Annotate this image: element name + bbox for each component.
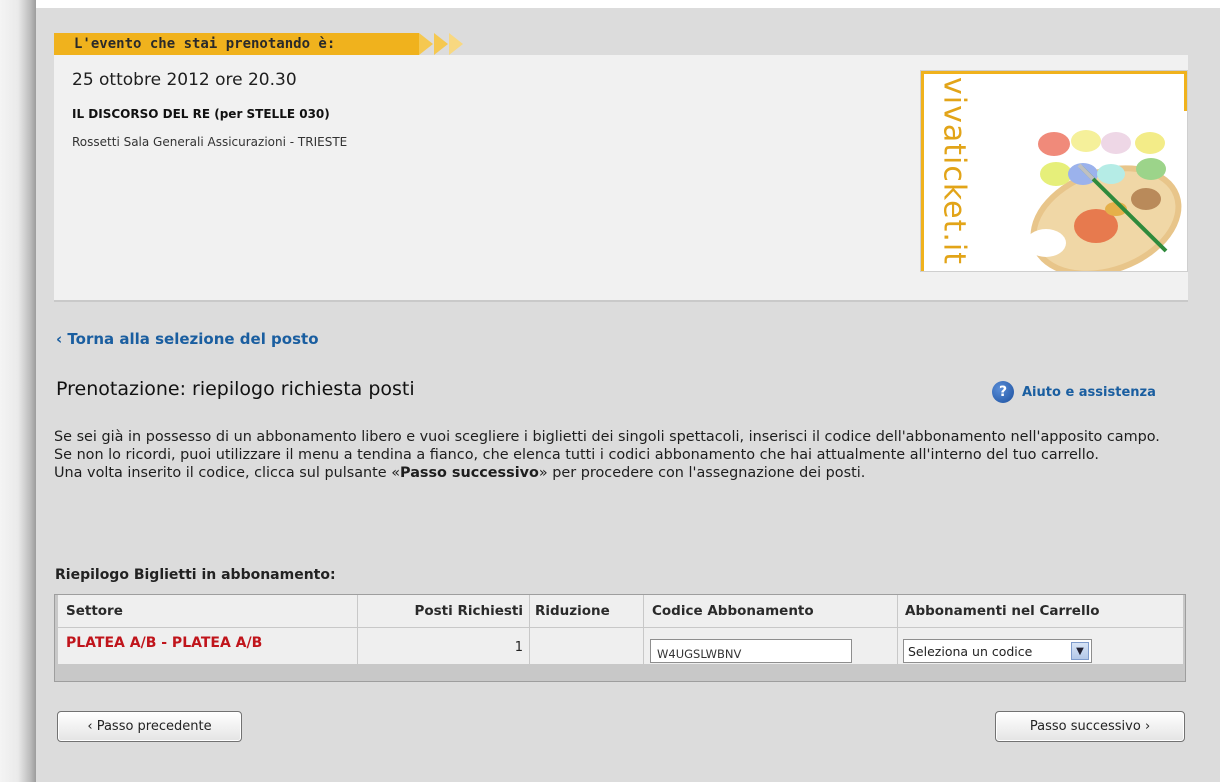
column-header-seats: Posti Richiesti: [358, 595, 530, 628]
page-title: Prenotazione: riepilogo richiesta posti: [56, 378, 415, 400]
column-header-code: Codice Abbonamento: [644, 595, 898, 628]
event-banner-label: L'evento che stai prenotando è:: [54, 33, 419, 55]
instructions-line: Se non lo ricordi, puoi utilizzare il me…: [54, 447, 1099, 463]
cart-code-select-value: Seleziona un codice: [908, 643, 1033, 659]
sector-name: PLATEA A/B - PLATEA A/B: [66, 635, 263, 651]
instructions-line: Una volta inserito il codice, clicca sul…: [54, 465, 866, 481]
event-title: IL DISCORSO DEL RE (per STELLE 030): [72, 107, 330, 121]
table-row-seats: 1: [358, 628, 530, 664]
summary-section-title: Riepilogo Biglietti in abbonamento:: [55, 567, 336, 583]
table-row-cart: Seleziona un codice ▼: [898, 628, 1183, 664]
help-link[interactable]: ? Aiuto e assistenza: [992, 381, 1156, 403]
next-step-button[interactable]: Passo successivo ›: [995, 711, 1185, 742]
previous-step-button[interactable]: ‹ Passo precedente: [57, 711, 242, 742]
subscription-summary-table: Settore Posti Richiesti Riduzione Codice…: [54, 594, 1186, 682]
left-rail: [0, 0, 36, 782]
seats-requested: 1: [514, 640, 523, 655]
help-icon[interactable]: ?: [992, 381, 1014, 403]
column-header-cart: Abbonamenti nel Carrello: [898, 595, 1183, 628]
table-row-sector: PLATEA A/B - PLATEA A/B: [58, 628, 358, 664]
event-date: 25 ottobre 2012 ore 20.30: [72, 70, 297, 90]
help-label[interactable]: Aiuto e assistenza: [1022, 385, 1156, 400]
instructions: Se sei già in possesso di un abbonamento…: [54, 428, 1174, 482]
table-row-code: [644, 628, 898, 664]
column-header-sector: Settore: [58, 595, 358, 628]
table-row-reduction: [530, 628, 644, 664]
banner-chevron-icon: [449, 33, 463, 55]
cart-code-select[interactable]: Seleziona un codice ▼: [903, 639, 1092, 663]
column-header-reduction: Riduzione: [530, 595, 644, 628]
back-to-seat-selection-link[interactable]: ‹ Torna alla selezione del posto: [56, 330, 319, 348]
vivaticket-logo: vivaticket.it: [920, 70, 1188, 272]
chevron-down-icon[interactable]: ▼: [1071, 642, 1089, 660]
subscription-code-input[interactable]: [650, 639, 852, 663]
event-venue: Rossetti Sala Generali Assicurazioni - T…: [72, 135, 348, 149]
event-banner: L'evento che stai prenotando è:: [54, 33, 463, 55]
instructions-line: Se sei già in possesso di un abbonamento…: [54, 429, 1160, 445]
banner-chevron-icon: [419, 33, 433, 55]
palette-icon: [1026, 130, 1182, 271]
banner-chevron-icon: [434, 33, 448, 55]
